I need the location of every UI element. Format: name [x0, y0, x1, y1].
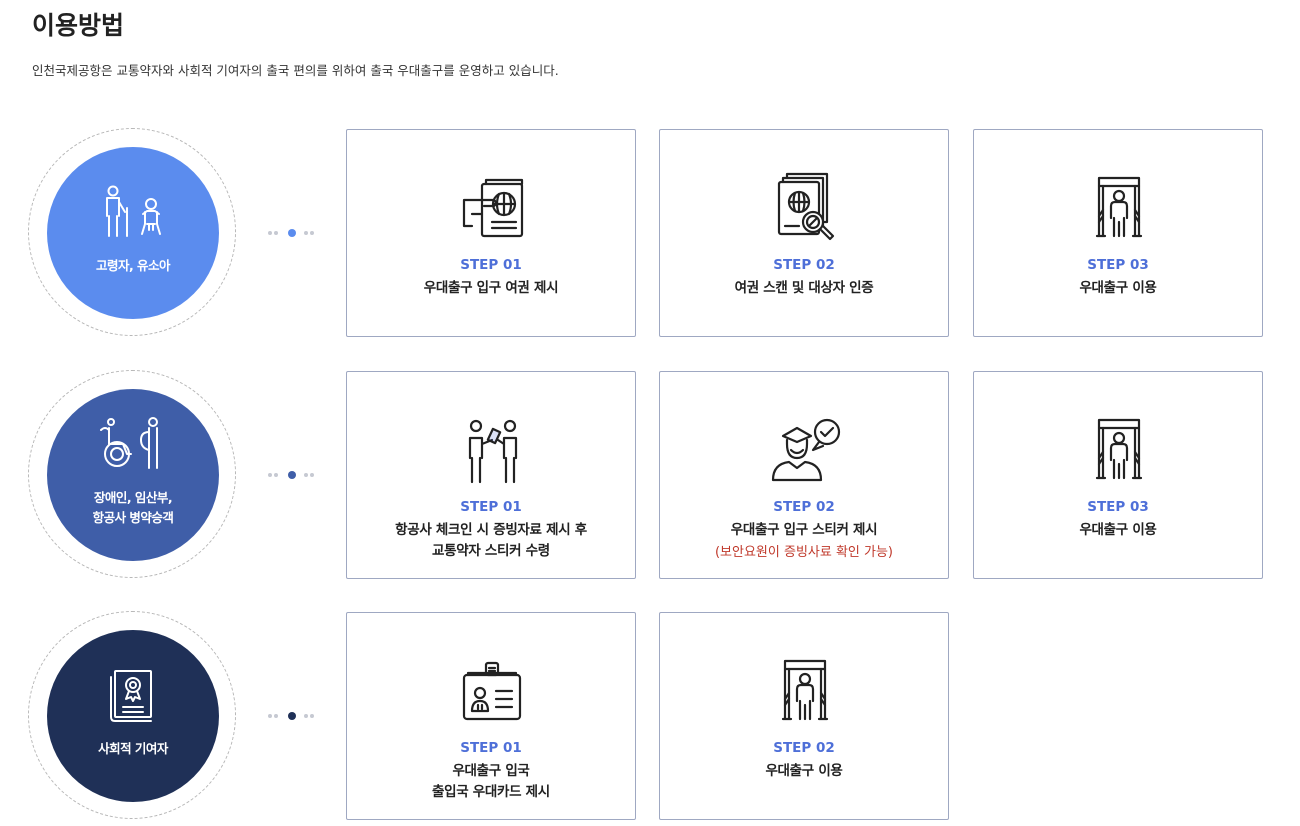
- passport-scan-icon: [777, 172, 835, 241]
- security-gate-icon: [1095, 176, 1143, 238]
- passport-hand-icon: [462, 178, 524, 238]
- step-label: 항공사 체크인 시 증빙자료 제시 후 교통약자 스티커 수령: [395, 522, 587, 559]
- group-row-social-contributor: 사회적 기여자 STEP 01 우대출구 입국 출입국 우대카드 제시 STEP…: [0, 611, 1300, 822]
- id-card-icon: [462, 661, 522, 721]
- step-number: STEP 01: [460, 499, 522, 515]
- step-number: STEP 02: [773, 257, 835, 273]
- step-card: STEP 02 우대출구 이용: [659, 612, 949, 820]
- group-row-elderly: 고령자, 유소아 STEP 01 우대출구 입구 여권 제시 STEP 02 여…: [0, 128, 1300, 339]
- step-label: 여권 스캔 및 대상자 인증: [734, 280, 874, 296]
- elderly-child-icon: [106, 185, 161, 237]
- group-circle-ring: 사회적 기여자: [28, 611, 236, 819]
- page-title: 이용방법: [32, 11, 125, 40]
- step-label: 우대출구 입국 출입국 우대카드 제시: [432, 763, 550, 800]
- step-number: STEP 03: [1087, 499, 1149, 515]
- wheelchair-pregnant-icon: [100, 417, 158, 469]
- group-circle-elderly: 고령자, 유소아: [47, 147, 219, 319]
- group-circle-ring: 고령자, 유소아: [28, 128, 236, 336]
- step-card: STEP 03 우대출구 이용: [973, 371, 1263, 579]
- step-card: STEP 02 여권 스캔 및 대상자 인증: [659, 129, 949, 337]
- step-label: 우대출구 입구 여권 제시: [423, 280, 559, 296]
- group-label: 고령자, 유소아: [95, 258, 171, 273]
- group-circle-social-contributor: 사회적 기여자: [47, 630, 219, 802]
- connector-dots: [268, 712, 316, 720]
- step-number: STEP 02: [773, 740, 835, 756]
- group-label: 사회적 기여자: [98, 741, 168, 756]
- step-label: 우대출구 이용: [765, 763, 843, 779]
- step-card: STEP 01 항공사 체크인 시 증빙자료 제시 후 교통약자 스티커 수령: [346, 371, 636, 579]
- step-number: STEP 01: [460, 740, 522, 756]
- step-number: STEP 01: [460, 257, 522, 273]
- security-gate-icon: [781, 659, 829, 721]
- step-note: (보안요원이 증빙사료 확인 가능): [714, 545, 894, 560]
- step-label: 우대출구 입구 스티커 제시: [730, 522, 878, 538]
- connector-dots: [268, 471, 316, 479]
- group-label: 장애인, 임산부, 항공사 병약승객: [92, 490, 174, 525]
- step-label: 우대출구 이용: [1079, 522, 1157, 538]
- group-circle-ring: 장애인, 임산부, 항공사 병약승객: [28, 370, 236, 578]
- step-card: STEP 01 우대출구 입국 출입국 우대카드 제시: [346, 612, 636, 820]
- page-description: 인천국제공항은 교통약자와 사회적 기여자의 출국 편의를 위하여 출국 우대출…: [32, 63, 559, 78]
- step-number: STEP 03: [1087, 257, 1149, 273]
- staff-handover-icon: [468, 419, 518, 484]
- connector-dots: [268, 229, 316, 237]
- certificate-icon: [110, 670, 152, 722]
- step-label: 우대출구 이용: [1079, 280, 1157, 296]
- group-row-disabled: 장애인, 임산부, 항공사 병약승객 STEP 01 항공사 체크인 시 증빙자…: [0, 370, 1300, 581]
- step-card: STEP 03 우대출구 이용: [973, 129, 1263, 337]
- security-gate-icon: [1095, 418, 1143, 480]
- group-circle-disabled: 장애인, 임산부, 항공사 병약승객: [47, 389, 219, 561]
- step-card: STEP 02 우대출구 입구 스티커 제시 (보안요원이 증빙사료 확인 가능…: [659, 371, 949, 579]
- step-number: STEP 02: [773, 499, 835, 515]
- step-card: STEP 01 우대출구 입구 여권 제시: [346, 129, 636, 337]
- security-officer-icon: [771, 418, 841, 482]
